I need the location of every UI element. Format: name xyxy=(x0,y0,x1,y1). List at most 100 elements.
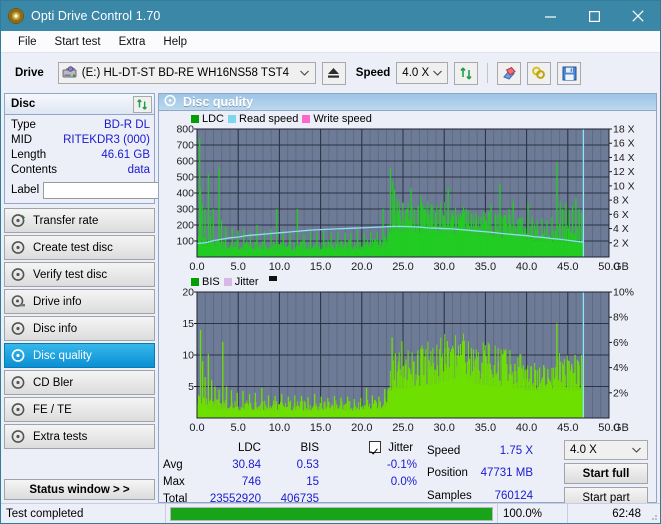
svg-text:500: 500 xyxy=(176,172,194,184)
disc-row-length: Length 46.61 GB xyxy=(11,148,150,163)
disc-key-mid: MID xyxy=(11,134,33,146)
svg-text:10 X: 10 X xyxy=(613,180,635,192)
progress-cell xyxy=(166,504,498,523)
disc-icon xyxy=(11,429,26,444)
chevron-down-icon[interactable] xyxy=(628,445,644,455)
disc-refresh-button[interactable] xyxy=(133,95,152,113)
svg-text:400: 400 xyxy=(176,188,194,200)
svg-text:200: 200 xyxy=(176,220,194,232)
menu-item-help[interactable]: Help xyxy=(154,34,196,50)
sidebar-item-transfer-rate[interactable]: Transfer rate xyxy=(4,208,155,233)
disc-icon xyxy=(11,213,26,228)
sidebar-item-cd-bler[interactable]: CD Bler xyxy=(4,370,155,395)
menu-item-file[interactable]: File xyxy=(9,34,46,50)
speed-value: 4.0 X xyxy=(402,67,430,79)
svg-text:25.0: 25.0 xyxy=(392,422,413,434)
disc-key-length: Length xyxy=(11,149,47,161)
svg-text:800: 800 xyxy=(176,125,194,136)
svg-text:5: 5 xyxy=(188,381,194,393)
sidebar-item-create-test-disc[interactable]: Create test disc xyxy=(4,235,155,260)
stats-max-jitter: 0.0% xyxy=(390,476,417,488)
svg-text:15.0: 15.0 xyxy=(310,422,331,434)
close-button[interactable] xyxy=(616,1,660,31)
sidebar-item-fe-te[interactable]: FE / TE xyxy=(4,397,155,422)
svg-text:30.0: 30.0 xyxy=(433,422,454,434)
svg-text:15: 15 xyxy=(182,318,194,330)
chevron-down-icon[interactable] xyxy=(297,68,313,78)
sidebar-item-label: Verify test disc xyxy=(33,268,108,281)
svg-text:45.0: 45.0 xyxy=(557,422,578,434)
disc-key-type: Type xyxy=(11,119,36,131)
stats-avg-jitter: -0.1% xyxy=(386,459,417,471)
jitter-checkbox-cell[interactable]: Jitter xyxy=(369,440,423,457)
menu-item-extra[interactable]: Extra xyxy=(110,34,155,50)
app-disc-icon xyxy=(8,8,24,24)
speed-select[interactable]: 4.0 X xyxy=(396,62,449,84)
svg-text:35.0: 35.0 xyxy=(475,422,496,434)
drive-select[interactable]: (E:) HL-DT-ST BD-RE WH16NS58 TST4 xyxy=(57,62,316,84)
resize-grip-icon[interactable] xyxy=(646,504,660,523)
sidebar-item-label: Create test disc xyxy=(33,241,113,254)
disc-icon xyxy=(11,267,26,282)
svg-text:20: 20 xyxy=(182,288,194,299)
sidebar-item-disc-quality[interactable]: Disc quality xyxy=(4,343,155,368)
chevron-down-icon[interactable] xyxy=(429,68,445,78)
svg-text:10.0: 10.0 xyxy=(269,422,290,434)
status-window-button[interactable]: Status window > > xyxy=(4,479,155,500)
main-panel-header: Disc quality xyxy=(159,94,656,111)
sidebar-item-label: Drive info xyxy=(33,295,82,308)
ldc-legend: LDC Read speed Write speed xyxy=(161,112,654,125)
run-info-table: Speed 1.75 X Position 47731 MB Samples 7… xyxy=(427,440,539,508)
menu-item-start-test[interactable]: Start test xyxy=(46,34,110,50)
sidebar-item-verify-test-disc[interactable]: Verify test disc xyxy=(4,262,155,287)
stats-avg-bis: 0.53 xyxy=(296,459,319,471)
svg-text:0.0: 0.0 xyxy=(189,261,204,273)
test-speed-select[interactable]: 4.0 X xyxy=(564,440,648,460)
disc-label-row: Label xyxy=(11,181,247,199)
svg-text:2%: 2% xyxy=(613,387,628,399)
svg-text:30.0: 30.0 xyxy=(433,261,454,273)
bis-legend: BIS Jitter xyxy=(161,275,654,288)
progress-bar xyxy=(170,506,493,521)
svg-text:6%: 6% xyxy=(613,337,628,349)
legend-label-bis: BIS xyxy=(202,275,220,288)
legend-item-write-speed: Write speed xyxy=(302,113,372,125)
svg-text:35.0: 35.0 xyxy=(475,261,496,273)
svg-text:10%: 10% xyxy=(613,288,634,299)
sidebar: Disc Type BD-R DL MID RITEKDR3 (000) Len… xyxy=(1,93,247,503)
svg-text:14 X: 14 X xyxy=(613,152,635,164)
disc-row-type: Type BD-R DL xyxy=(11,118,150,133)
maximize-button[interactable] xyxy=(572,1,616,31)
actions-column: 4.0 X Start full Start part xyxy=(564,440,652,508)
svg-text:5.0: 5.0 xyxy=(231,261,246,273)
jitter-checkbox[interactable] xyxy=(369,441,381,453)
svg-text:20.0: 20.0 xyxy=(351,261,372,273)
svg-text:0.0: 0.0 xyxy=(189,422,204,434)
refresh-button[interactable] xyxy=(454,61,479,85)
sidebar-item-drive-info[interactable]: Drive info xyxy=(4,289,155,314)
save-button[interactable] xyxy=(557,61,582,85)
eject-button[interactable] xyxy=(321,61,346,85)
minimize-button[interactable] xyxy=(528,1,572,31)
svg-text:16 X: 16 X xyxy=(613,138,635,150)
svg-text:10: 10 xyxy=(182,350,194,362)
svg-text:GB: GB xyxy=(613,261,629,273)
start-full-button[interactable]: Start full xyxy=(564,463,648,484)
progress-fill xyxy=(171,507,492,520)
disc-value-contents: data xyxy=(127,164,150,176)
svg-text:15.0: 15.0 xyxy=(310,261,331,273)
erase-button[interactable] xyxy=(497,61,522,85)
window-controls xyxy=(528,1,660,31)
svg-text:45.0: 45.0 xyxy=(557,261,578,273)
stats-panel: LDC BIS Jitter Avg 30.84 0.53 -0.1% Max … xyxy=(159,436,656,508)
sidebar-item-extra-tests[interactable]: Extra tests xyxy=(4,424,155,449)
sidebar-item-disc-info[interactable]: Disc info xyxy=(4,316,155,341)
speed-label: Speed xyxy=(355,67,391,79)
disc-info-panel: Disc Type BD-R DL MID RITEKDR3 (000) Len… xyxy=(4,93,247,204)
svg-text:5.0: 5.0 xyxy=(231,422,246,434)
tools-button[interactable] xyxy=(527,61,552,85)
disc-panel-header: Disc xyxy=(5,94,154,115)
position-value: 47731 MB xyxy=(480,467,533,480)
legend-label-write-speed: Write speed xyxy=(313,112,372,125)
sidebar-item-label: CD Bler xyxy=(33,376,74,389)
